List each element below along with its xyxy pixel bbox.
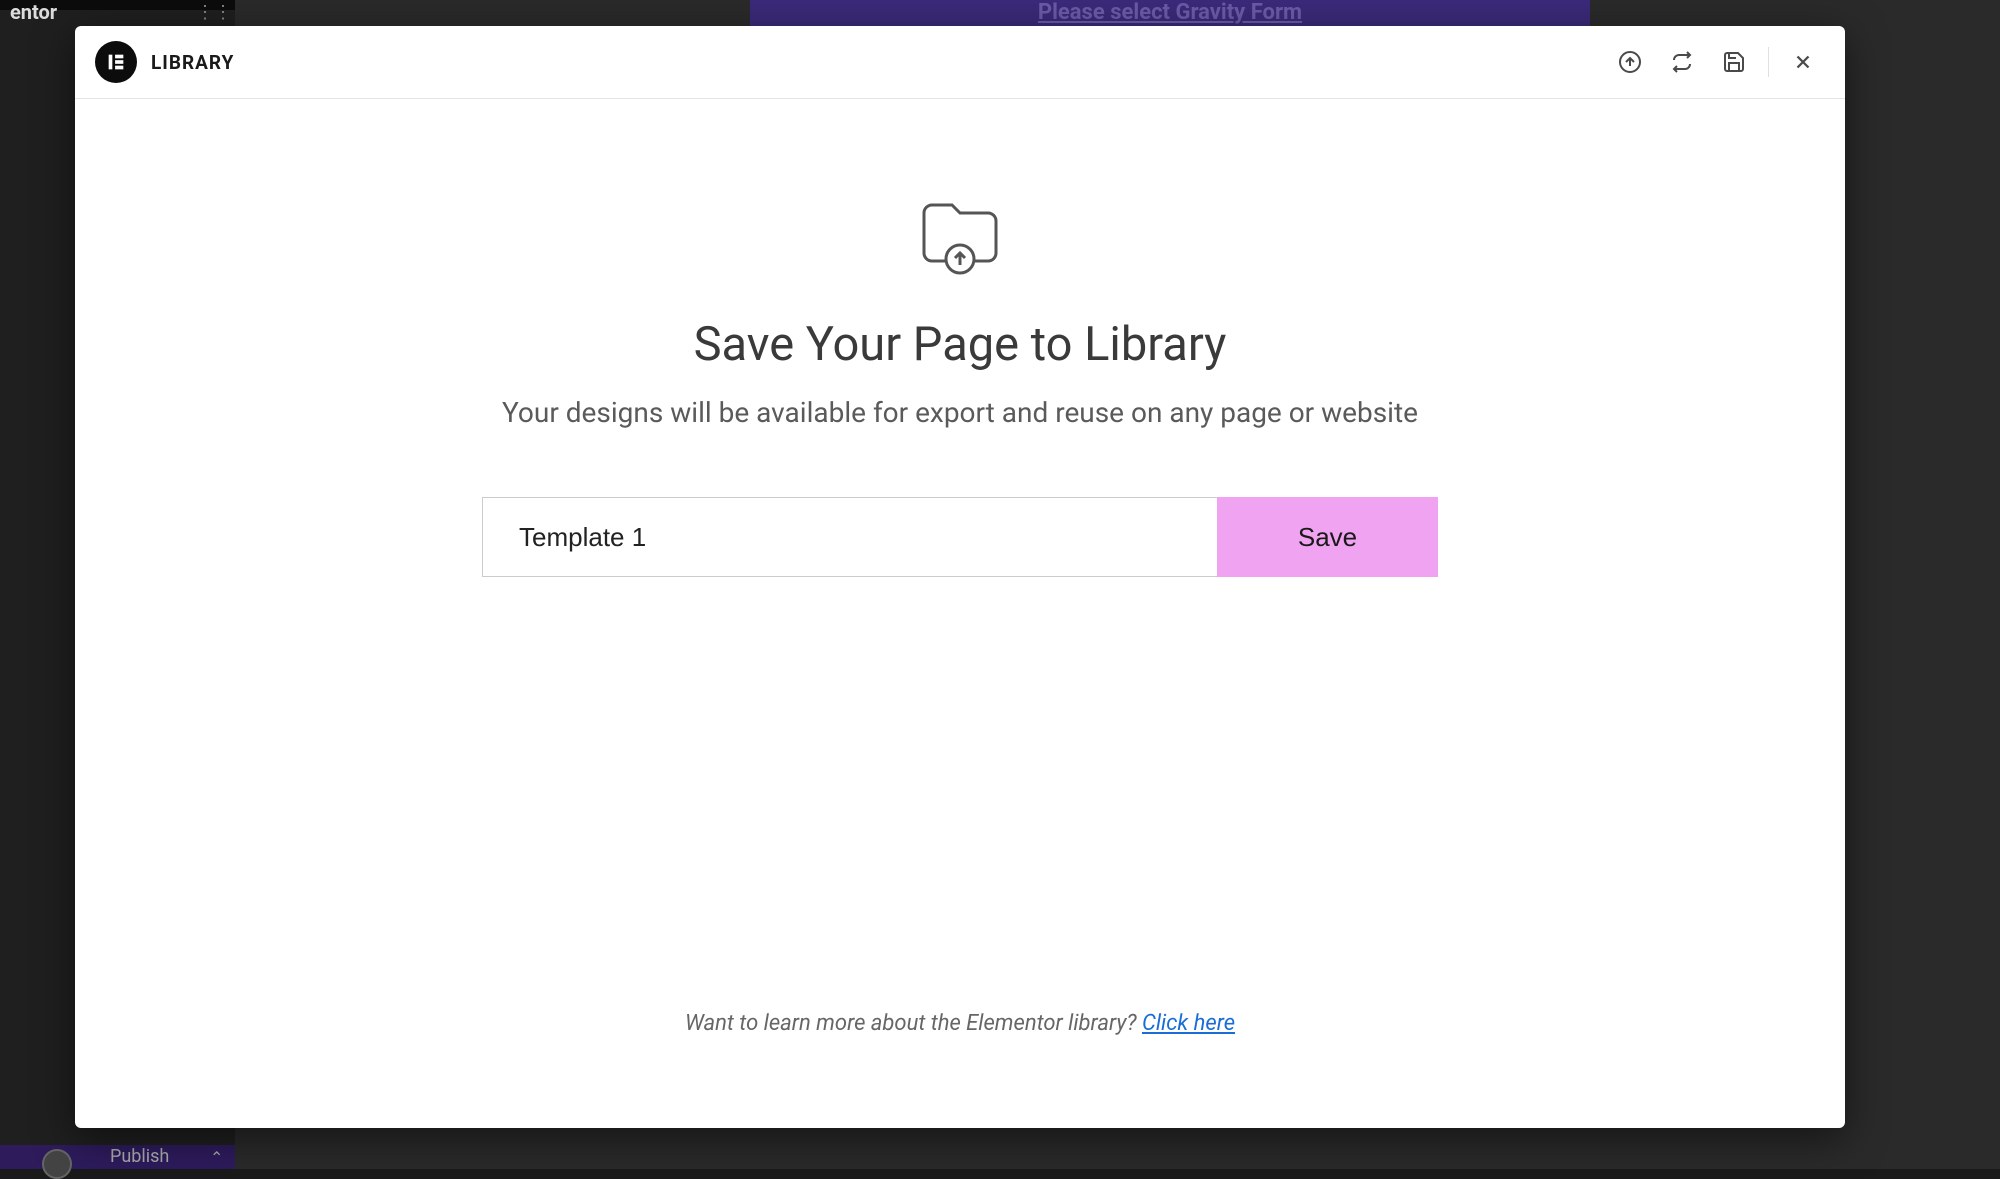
- save-icon: [1722, 50, 1746, 74]
- save-icon-button[interactable]: [1712, 40, 1756, 84]
- upload-icon: [1618, 50, 1642, 74]
- close-icon: [1792, 51, 1814, 73]
- sync-icon: [1670, 50, 1694, 74]
- background-avatar-circle: [42, 1149, 72, 1179]
- upload-button[interactable]: [1608, 40, 1652, 84]
- page-subheading: Your designs will be available for expor…: [502, 396, 1418, 429]
- header-divider: [1768, 47, 1769, 77]
- elementor-logo: [95, 41, 137, 83]
- background-gravity-form-notice: Please select Gravity Form: [750, 0, 1590, 26]
- modal-body: Save Your Page to Library Your designs w…: [75, 99, 1845, 1128]
- modal-title: LIBRARY: [151, 51, 234, 74]
- sync-button[interactable]: [1660, 40, 1704, 84]
- modal-header-actions: [1608, 40, 1825, 84]
- footer-question: Want to learn more about the Elementor l…: [685, 1011, 1142, 1036]
- background-publish-label: Publish: [110, 1146, 169, 1167]
- modal-header: LIBRARY: [75, 26, 1845, 99]
- page-heading: Save Your Page to Library: [694, 317, 1227, 372]
- save-button[interactable]: Save: [1217, 497, 1438, 577]
- folder-upload-icon: [912, 185, 1008, 285]
- save-form: Save: [482, 497, 1438, 577]
- close-button[interactable]: [1781, 40, 1825, 84]
- template-name-input[interactable]: [482, 497, 1217, 577]
- footer-link[interactable]: Click here: [1142, 1011, 1235, 1036]
- chevron-up-icon: ⌃: [210, 1148, 223, 1167]
- library-modal: LIBRARY: [75, 26, 1845, 1128]
- footer-text: Want to learn more about the Elementor l…: [685, 1011, 1235, 1036]
